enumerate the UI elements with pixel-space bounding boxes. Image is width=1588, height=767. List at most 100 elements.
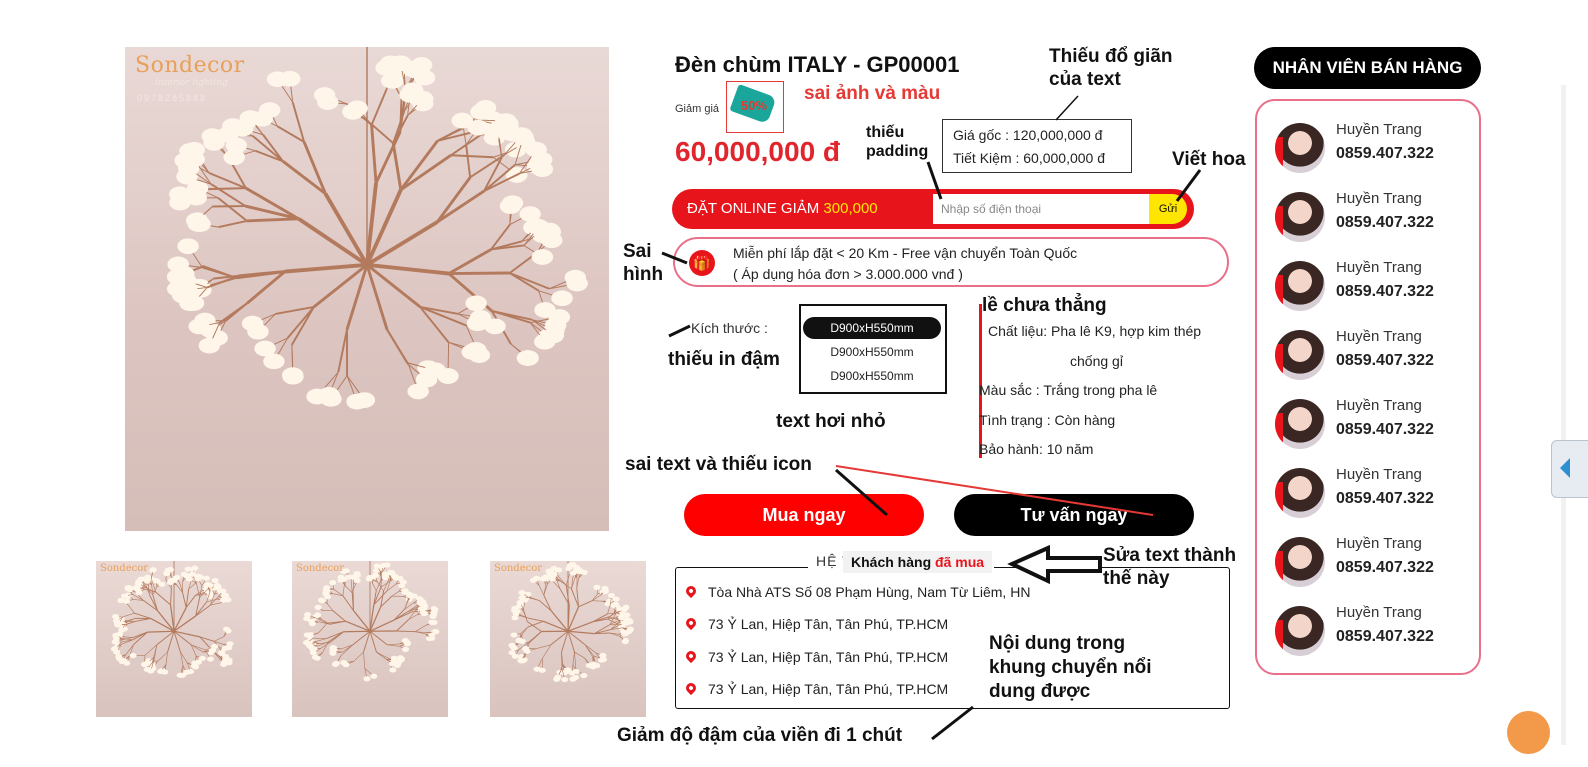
customer-label-prefix: Khách hàng	[851, 554, 932, 570]
staff-name: Huyền Trang	[1336, 466, 1422, 483]
promo-line-2: ( Áp dụng hóa đơn > 3.000.000 vnđ )	[733, 266, 963, 282]
annotation-line: Thiếu đổ giãn	[1049, 46, 1173, 67]
staff-item[interactable]: Huyền Trang 0859.407.322	[1275, 395, 1475, 451]
avatar	[1275, 330, 1325, 380]
annotation-change-text: Sửa text thành thế này	[1103, 544, 1236, 590]
size-option[interactable]: D900xH550mm	[803, 341, 941, 363]
staff-item[interactable]: Huyền Trang 0859.407.322	[1275, 326, 1475, 382]
store-item[interactable]: 73 Ỷ Lan, Hiệp Tân, Tân Phú, TP.HCM	[683, 648, 949, 665]
spec-material-cont: chống gỉ	[1070, 353, 1123, 369]
floating-action-button[interactable]	[1507, 711, 1550, 754]
staff-name: Huyền Trang	[1336, 328, 1422, 345]
staff-phone[interactable]: 0859.407.322	[1336, 421, 1434, 439]
staff-item[interactable]: Huyền Trang 0859.407.322	[1275, 188, 1475, 244]
gift-icon: 🎁	[689, 250, 715, 276]
store-item[interactable]: Tòa Nhà ATS Số 08 Phạm Hùng, Nam Từ Liêm…	[683, 583, 1031, 600]
avatar	[1275, 537, 1325, 587]
location-pin-icon	[683, 583, 699, 599]
product-thumbnail[interactable]: Sondecor	[292, 561, 448, 717]
size-option[interactable]: D900xH550mm	[803, 365, 941, 387]
staff-name: Huyền Trang	[1336, 535, 1422, 552]
size-label: Kích thước :	[691, 320, 768, 336]
promo-line-1: Miễn phí lắp đặt < 20 Km - Free vận chuy…	[733, 245, 1078, 261]
staff-phone[interactable]: 0859.407.322	[1336, 559, 1434, 577]
discount-percent: 50%	[741, 98, 768, 113]
avatar	[1275, 123, 1325, 173]
size-option-selected[interactable]: D900xH550mm	[803, 317, 941, 339]
thumbnail-image	[303, 561, 440, 682]
staff-title: NHÂN VIÊN BÁN HÀNG	[1254, 47, 1481, 89]
product-title: Đèn chùm ITALY - GP00001	[675, 52, 960, 77]
send-button[interactable]: Gửi	[1149, 194, 1187, 224]
staff-item[interactable]: Huyền Trang 0859.407.322	[1275, 533, 1475, 589]
staff-phone[interactable]: 0859.407.322	[1336, 628, 1434, 646]
annotation-small-text: text hơi nhỏ	[776, 411, 886, 432]
staff-item[interactable]: Huyền Trang 0859.407.322	[1275, 464, 1475, 520]
annotation-wrong-icon: Sai hình	[623, 240, 663, 286]
product-thumbnail[interactable]: Sondecor	[96, 561, 252, 717]
annotation-border: Giảm độ đậm của viền đi 1 chút	[617, 725, 903, 746]
advise-button[interactable]: Tư vấn ngay	[954, 494, 1194, 536]
staff-name: Huyền Trang	[1336, 604, 1422, 621]
side-panel-toggle[interactable]	[1551, 440, 1588, 498]
buy-now-button[interactable]: Mua ngay	[684, 494, 924, 536]
annotation-line: Nội dung trong	[989, 633, 1126, 654]
location-pin-icon	[683, 680, 699, 696]
brand-phone: 0978285888	[137, 93, 208, 103]
store-address: Tòa Nhà ATS Số 08 Phạm Hùng, Nam Từ Liêm…	[708, 584, 1031, 600]
annotation-line: của text	[1049, 69, 1121, 90]
annotation-line: Sửa text thành	[1103, 545, 1237, 566]
location-pin-icon	[683, 648, 699, 664]
arrow-line	[668, 324, 691, 338]
price-details: Giá gốc : 120,000,000 đ Tiết Kiệm : 60,0…	[942, 119, 1132, 173]
original-price: Giá gốc : 120,000,000 đ	[953, 127, 1103, 143]
sale-price: 60,000,000 đ	[675, 136, 841, 167]
online-order-bar: ĐẶT ONLINE GIẢM 300,000 Gửi	[672, 189, 1194, 229]
product-thumbnail[interactable]: Sondecor	[490, 561, 646, 717]
discount-label: Giảm giá	[675, 103, 720, 115]
avatar	[1275, 399, 1325, 449]
staff-phone[interactable]: 0859.407.322	[1336, 214, 1434, 232]
spec-status: Tình trạng : Còn hàng	[979, 412, 1116, 428]
staff-phone[interactable]: 0859.407.322	[1336, 352, 1434, 370]
staff-list: Huyền Trang 0859.407.322 Huyền Trang 0859.…	[1255, 99, 1481, 675]
staff-phone[interactable]: 0859.407.322	[1336, 490, 1434, 508]
annotation-line: thiếu	[866, 124, 905, 141]
size-selector: D900xH550mm D900xH550mm D900xH550mm	[799, 304, 947, 394]
store-address: 73 Ỷ Lan, Hiệp Tân, Tân Phú, TP.HCM	[708, 649, 949, 665]
annotation-line: Sai	[623, 241, 652, 262]
thumbnail-image	[111, 561, 234, 678]
annotation-line: khung chuyển nổi	[989, 657, 1152, 678]
product-main-image[interactable]: Sondecor interior lighting 0978285888	[125, 47, 609, 531]
annotation-line: dung được	[989, 681, 1091, 702]
annotation-wrong-text-icon: sai text và thiếu icon	[625, 454, 812, 475]
discount-tag: 50%	[726, 81, 784, 133]
staff-phone[interactable]: 0859.407.322	[1336, 145, 1434, 163]
spec-color: Màu sắc : Trắng trong pha lê	[979, 382, 1158, 398]
phone-input[interactable]	[933, 194, 1151, 224]
store-item[interactable]: 73 Ỷ Lan, Hiệp Tân, Tân Phú, TP.HCM	[683, 680, 949, 697]
annotation-line: hình	[623, 264, 664, 285]
store-item[interactable]: 73 Ỷ Lan, Hiệp Tân, Tân Phú, TP.HCM	[683, 615, 949, 632]
staff-name: Huyền Trang	[1336, 190, 1422, 207]
spec-material: Chất liệu: Pha lê K9, hợp kim thép	[988, 323, 1202, 339]
spec-margin-line	[979, 304, 982, 458]
annotation-scroll-content: Nội dung trong khung chuyển nổi dung được	[989, 632, 1152, 704]
thumbnail-logo: Sondecor	[100, 563, 149, 574]
page-scrollbar[interactable]	[1561, 85, 1566, 745]
store-address: 73 Ỷ Lan, Hiệp Tân, Tân Phú, TP.HCM	[708, 681, 949, 697]
avatar	[1275, 261, 1325, 311]
store-address: 73 Ỷ Lan, Hiệp Tân, Tân Phú, TP.HCM	[708, 616, 949, 632]
promo-text: Miễn phí lắp đặt < 20 Km - Free vận chuy…	[733, 243, 1077, 285]
annotation-line: thế này	[1103, 568, 1170, 589]
thumbnail-logo: Sondecor	[296, 563, 345, 574]
arrow-line	[931, 705, 974, 741]
staff-phone[interactable]: 0859.407.322	[1336, 283, 1434, 301]
annotation-padding: thiếu padding	[866, 123, 928, 161]
savings: Tiết Kiệm : 60,000,000 đ	[953, 150, 1106, 166]
brand-logo: Sondecor interior lighting	[135, 53, 245, 88]
staff-item[interactable]: Huyền Trang 0859.407.322	[1275, 602, 1475, 658]
staff-item[interactable]: Huyền Trang 0859.407.322	[1275, 257, 1475, 313]
thumbnail-image	[508, 561, 634, 683]
staff-item[interactable]: Huyền Trang 0859.407.322	[1275, 119, 1475, 175]
